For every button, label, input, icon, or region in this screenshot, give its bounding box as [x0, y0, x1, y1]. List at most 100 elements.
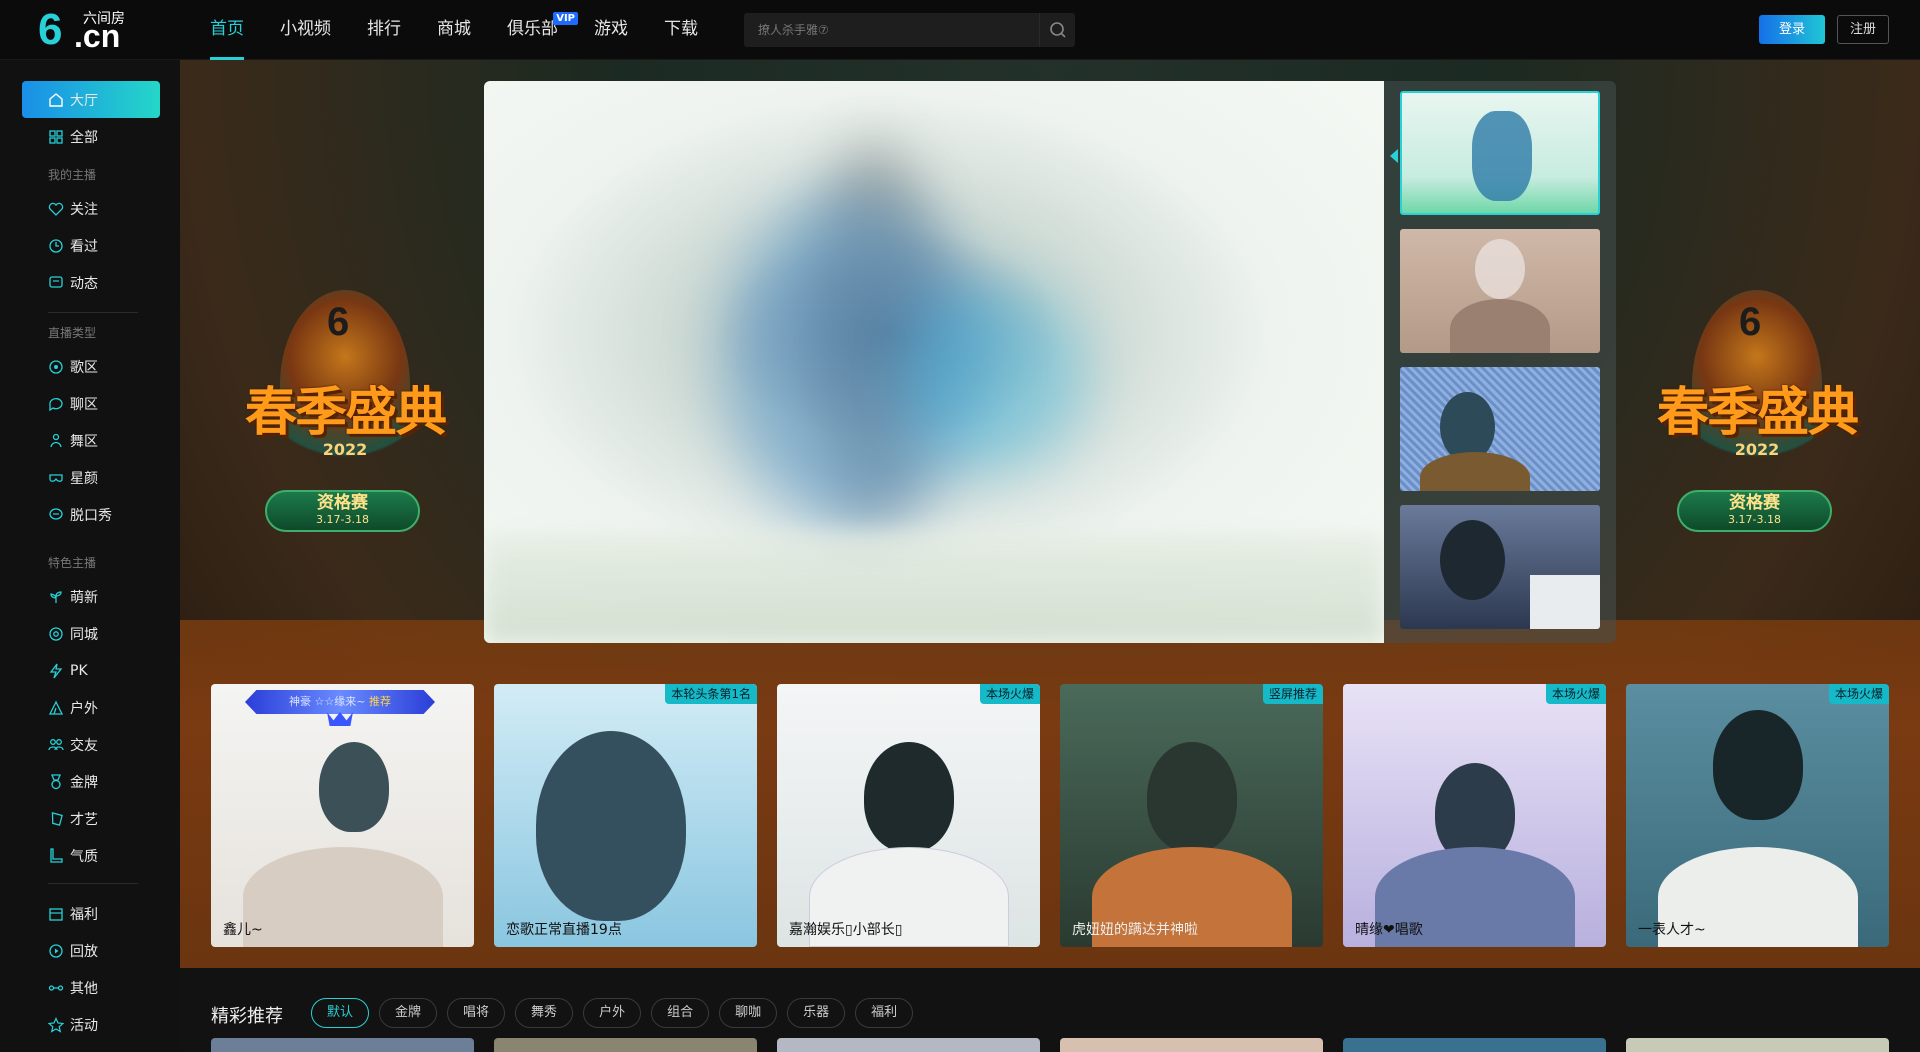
event-year: 2022: [1734, 440, 1780, 459]
recommend-card[interactable]: [211, 1038, 474, 1052]
sidebar-header-feature: 特色主播: [48, 556, 97, 570]
recommend-card[interactable]: [494, 1038, 757, 1052]
event-title: 春季盛典: [1656, 382, 1859, 443]
recommend-card[interactable]: [777, 1038, 1040, 1052]
bolt-icon: [49, 663, 63, 678]
selected-arrow-icon: [1390, 149, 1398, 163]
stream-thumbnail[interactable]: [1400, 91, 1600, 215]
tab-singer[interactable]: 唱将: [447, 998, 506, 1028]
login-button[interactable]: 登录: [1759, 15, 1825, 44]
recommend-card[interactable]: [1343, 1038, 1606, 1052]
event-badge: 资格赛 3.17-3.18: [265, 490, 420, 532]
tab-gold[interactable]: 金牌: [379, 998, 438, 1028]
sidebar-item-history[interactable]: 看过: [22, 227, 160, 264]
tab-welfare[interactable]: 福利: [855, 998, 914, 1028]
ribbon-text: 神豪 ☆☆缘来~ 推荐: [289, 695, 391, 708]
site-logo[interactable]: 6 .cn 六间房: [38, 5, 138, 55]
sidebar-item-all[interactable]: 全部: [22, 118, 160, 155]
nav-games[interactable]: 游戏: [594, 0, 646, 60]
grid-icon: [49, 129, 63, 144]
sidebar-item-dating[interactable]: 交友: [22, 726, 160, 763]
sidebar-item-temperament[interactable]: 气质: [22, 837, 160, 874]
sidebar-item-talkshow[interactable]: 脱口秀: [22, 496, 160, 533]
stream-thumbnail[interactable]: [1400, 505, 1600, 629]
sidebar-item-chat[interactable]: 聊区: [22, 385, 160, 422]
sidebar-item-welfare[interactable]: 福利: [22, 895, 160, 932]
tab-default[interactable]: 默认: [311, 998, 370, 1028]
star-icon: [48, 1016, 64, 1033]
nav-ranking[interactable]: 排行: [367, 0, 419, 60]
nav-home[interactable]: 首页: [210, 0, 262, 60]
recommend-card[interactable]: [1626, 1038, 1889, 1052]
sidebar-item-talent[interactable]: 才艺: [22, 800, 160, 837]
sidebar-divider: [48, 883, 138, 884]
nav-short-video[interactable]: 小视频: [280, 0, 349, 60]
sidebar-item-hall[interactable]: 大厅: [22, 81, 160, 118]
tab-chat[interactable]: 聊咖: [719, 998, 778, 1028]
recommend-tabs: 默认 金牌 唱将 舞秀 户外 组合 聊咖 乐器 福利: [311, 998, 923, 1028]
card-thumbnail: [1146, 741, 1237, 852]
crown-icon: [327, 712, 353, 726]
sidebar-item-outdoor[interactable]: 户外: [22, 689, 160, 726]
sidebar-item-replay[interactable]: 回放: [22, 932, 160, 969]
hero-banner: 6 春季盛典 2022 资格赛 3.17-3.18 6 春季盛典 2022 资格…: [180, 60, 1920, 968]
stream-thumbnail[interactable]: [1400, 229, 1600, 353]
sidebar-item-other[interactable]: 其他: [22, 969, 160, 1006]
emblem-logo: 6: [327, 300, 350, 344]
live-video-player[interactable]: [484, 81, 1384, 643]
event-emblem-right[interactable]: 6 春季盛典 2022 资格赛 3.17-3.18: [1622, 290, 1892, 560]
live-card[interactable]: 本场火爆 晴缘❤唱歌: [1343, 684, 1606, 947]
live-card[interactable]: 竖屏推荐 虎妞妞的蹒达并神啦: [1060, 684, 1323, 947]
search-input[interactable]: [744, 13, 1040, 47]
chat-icon: [49, 275, 63, 288]
tab-instrument[interactable]: 乐器: [787, 998, 846, 1028]
live-card[interactable]: 本轮头条第1名 恋歌正常直播19点: [494, 684, 757, 947]
sidebar-item-dance[interactable]: 舞区: [22, 422, 160, 459]
mask-icon: [49, 473, 63, 482]
card-thumbnail: [242, 847, 443, 947]
tab-dance[interactable]: 舞秀: [515, 998, 574, 1028]
card-anchor-name: 虎妞妞的蹒达并神啦: [1072, 922, 1198, 938]
main-nav: 首页 小视频 排行 商城 俱乐部 VIP 游戏 下载: [210, 0, 734, 60]
search-button[interactable]: [1039, 13, 1075, 47]
dots-icon: [48, 984, 64, 991]
card-badge: 竖屏推荐: [1262, 684, 1323, 704]
logo-six: 6: [38, 5, 63, 54]
nav-download[interactable]: 下载: [664, 0, 716, 60]
sidebar-item-follow[interactable]: 关注: [22, 190, 160, 227]
sidebar-item-local[interactable]: 同城: [22, 615, 160, 652]
card-badge: 本场火爆: [1828, 684, 1889, 704]
sidebar-item-pk[interactable]: PK: [22, 652, 160, 689]
medal-icon: [51, 773, 61, 789]
mic-icon: [49, 507, 63, 520]
live-card[interactable]: 神豪 ☆☆缘来~ 推荐 鑫儿~: [211, 684, 474, 947]
music-icon: [49, 359, 63, 374]
sidebar-header-my: 我的主播: [48, 168, 97, 182]
card-thumbnail: [863, 741, 954, 852]
live-card[interactable]: 本场火爆 嘉瀚娱乐▯小部长▯: [777, 684, 1040, 947]
logo-name: 六间房: [83, 11, 125, 27]
sidebar-item-star-face[interactable]: 星颜: [22, 459, 160, 496]
live-card[interactable]: 本场火爆 一表人才~: [1626, 684, 1889, 947]
nav-club[interactable]: 俱乐部 VIP: [507, 0, 578, 60]
tab-group[interactable]: 组合: [651, 998, 710, 1028]
sidebar-item-newbie[interactable]: 萌新: [22, 578, 160, 615]
location-icon: [49, 626, 63, 641]
gift-icon: [49, 907, 63, 921]
stream-thumbnail[interactable]: [1400, 367, 1600, 491]
register-button[interactable]: 注册: [1837, 15, 1889, 44]
event-emblem-left[interactable]: 6 春季盛典 2022 资格赛 3.17-3.18: [210, 290, 480, 560]
video-figure: [904, 281, 1084, 471]
emblem-logo: 6: [1739, 300, 1762, 344]
sidebar-item-gold[interactable]: 金牌: [22, 763, 160, 800]
card-anchor-name: 晴缘❤唱歌: [1355, 922, 1423, 938]
sidebar-item-feed[interactable]: 动态: [22, 264, 160, 301]
sprout-icon: [50, 590, 62, 603]
nav-mall[interactable]: 商城: [437, 0, 489, 60]
recommend-card[interactable]: [1060, 1038, 1323, 1052]
video-floor: [484, 533, 1384, 643]
sidebar-item-event[interactable]: 活动: [22, 1006, 160, 1043]
vip-ribbon: 神豪 ☆☆缘来~ 推荐: [245, 684, 435, 730]
tab-outdoor[interactable]: 户外: [583, 998, 642, 1028]
sidebar-item-song[interactable]: 歌区: [22, 348, 160, 385]
